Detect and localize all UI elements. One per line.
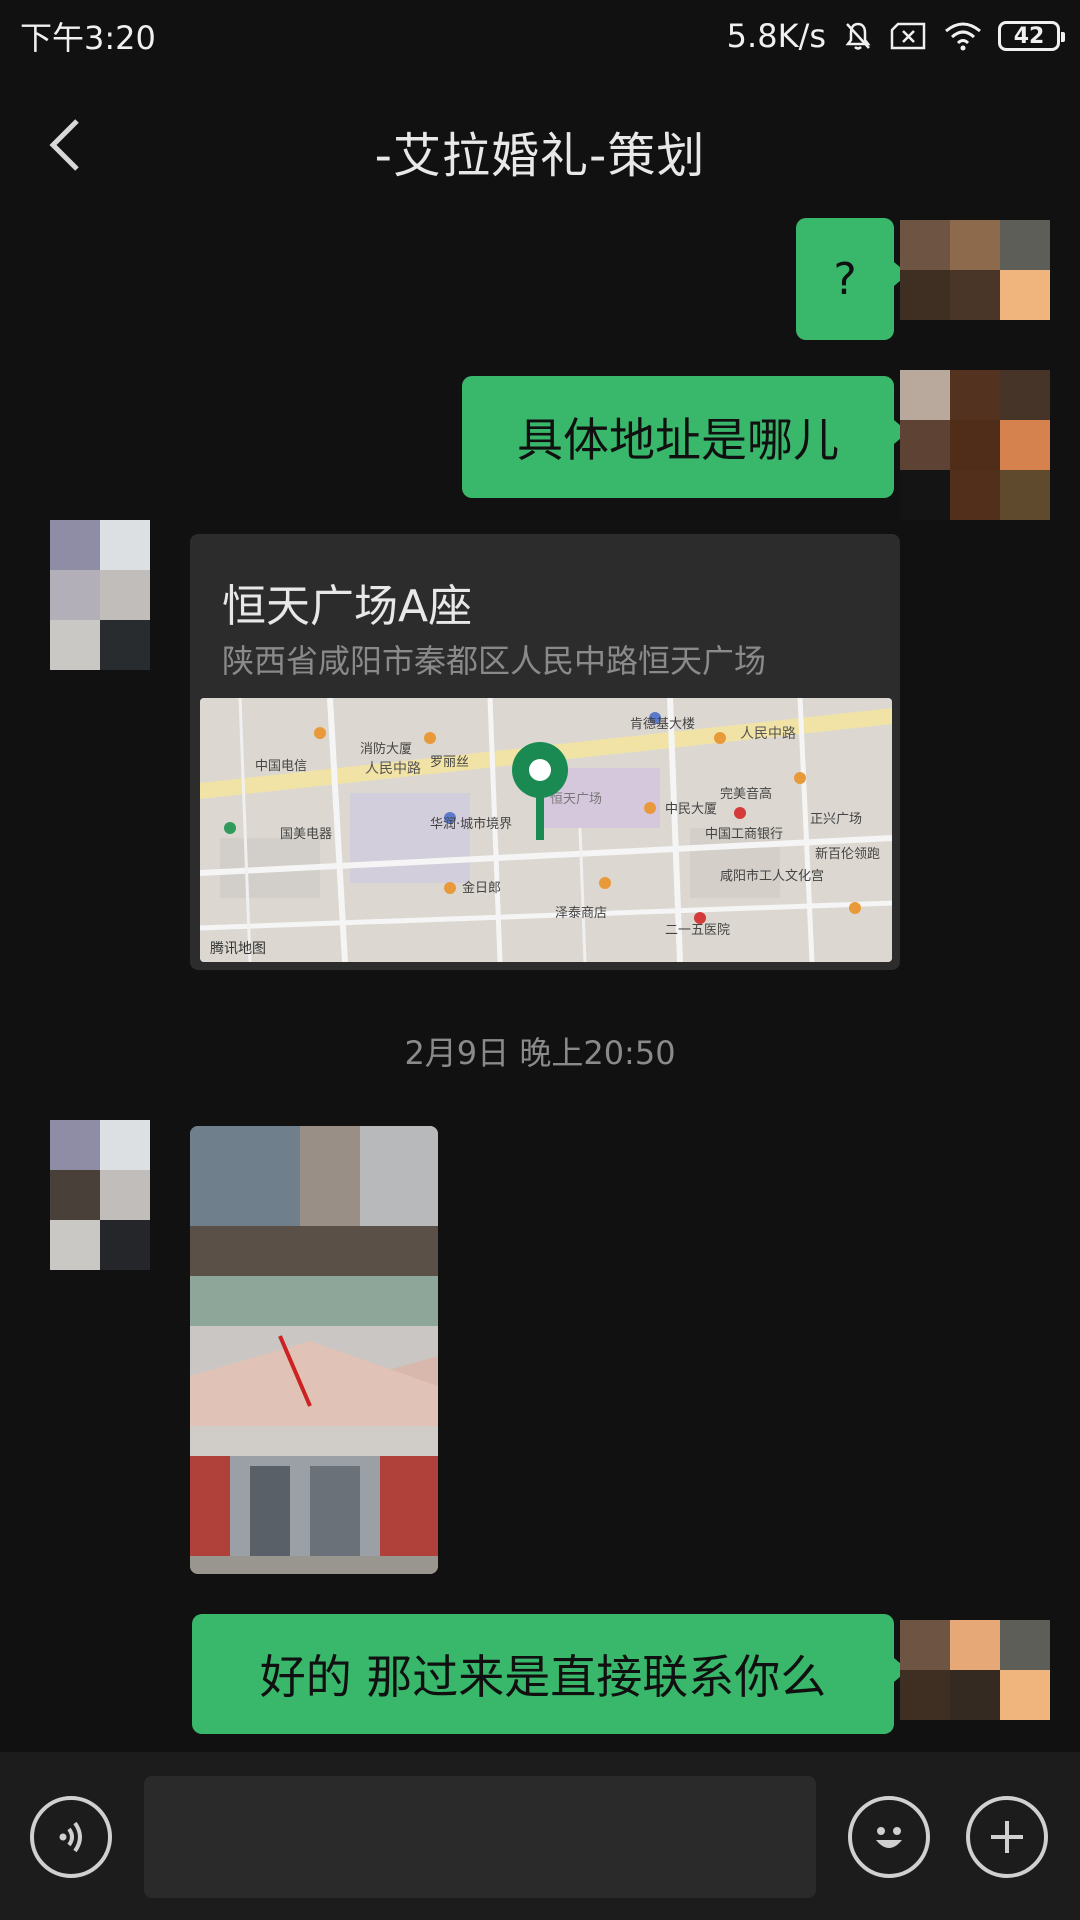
voice-button[interactable] [30, 1796, 112, 1878]
message-text: ? [833, 253, 857, 305]
location-map[interactable]: 人民中路 人民中路 中国电信 恒天广场 中国工商银行 咸阳市工人文化宫 国美电器… [200, 698, 892, 962]
battery-level: 42 [1013, 23, 1045, 49]
map-label: 人民中路 [740, 726, 796, 742]
wifi-icon [944, 21, 982, 51]
location-name: 恒天广场A座 [222, 581, 473, 632]
map-label: 泽泰商店 [555, 906, 607, 921]
map-image: 人民中路 人民中路 中国电信 恒天广场 中国工商银行 咸阳市工人文化宫 国美电器… [200, 698, 892, 962]
avatar-other[interactable] [50, 1120, 150, 1270]
map-label: 华润·城市境界 [430, 816, 512, 832]
avatar-other[interactable] [50, 520, 150, 670]
battery-indicator: 42 [998, 21, 1065, 51]
map-label: 中国工商银行 [705, 827, 783, 842]
message-text: 具体地址是哪儿 [517, 413, 839, 467]
message-bubble-me[interactable]: 好的 那过来是直接联系你么 [192, 1614, 908, 1734]
map-label: 恒天广场 [550, 792, 602, 807]
status-right: 5.8K/s 42 [726, 17, 1065, 55]
map-label: 中国电信 [255, 759, 307, 774]
map-label: 人民中路 [365, 761, 421, 777]
status-bar: 下午3:20 5.8K/s 42 [0, 0, 1080, 72]
sim-none-icon [890, 22, 928, 50]
map-label: 完美音高 [720, 786, 772, 802]
map-label: 正兴广场 [810, 812, 862, 827]
avatar-me[interactable] [900, 220, 1050, 320]
net-speed: 5.8K/s [726, 17, 826, 55]
avatar-me[interactable] [900, 370, 1050, 520]
map-label: 金日郎 [462, 880, 501, 896]
message-timestamp: 2月9日 晚上20:50 [404, 1034, 676, 1072]
status-time: 下午3:20 [20, 19, 156, 57]
message-bubble-me[interactable]: 具体地址是哪儿 [462, 376, 908, 498]
map-label: 新百伦领跑 [815, 846, 880, 862]
plus-icon [991, 1821, 1023, 1853]
photo-image [190, 1126, 438, 1574]
emoji-button[interactable] [848, 1796, 930, 1878]
chat-header: -艾拉婚礼-策划 [0, 72, 1080, 218]
message-bubble-me[interactable]: ? [796, 218, 908, 340]
map-credit: 腾讯地图 [210, 941, 266, 957]
map-label: 中民大厦 [665, 802, 717, 817]
input-bar [0, 1752, 1080, 1920]
photo-message[interactable] [190, 1126, 438, 1574]
map-label: 肯德基大楼 [630, 717, 695, 732]
map-label: 国美电器 [280, 827, 332, 842]
chat-title: -艾拉婚礼-策划 [374, 128, 706, 184]
map-label: 二一五医院 [665, 923, 730, 938]
map-label: 罗丽丝 [430, 755, 469, 770]
message-input[interactable] [144, 1776, 816, 1898]
voice-icon [59, 1821, 82, 1853]
emoji-icon [876, 1827, 902, 1848]
location-card[interactable]: 恒天广场A座 陕西省咸阳市秦都区人民中路恒天广场 人民中路 人民中路 中国电信 … [190, 534, 900, 970]
more-button[interactable] [966, 1796, 1048, 1878]
avatar-me[interactable] [900, 1620, 1050, 1720]
map-label: 消防大厦 [360, 741, 412, 757]
location-address: 陕西省咸阳市秦都区人民中路恒天广场 [222, 642, 767, 680]
map-label: 咸阳市工人文化宫 [720, 868, 824, 884]
message-text: 好的 那过来是直接联系你么 [259, 1650, 827, 1704]
mute-bell-icon [842, 20, 874, 52]
